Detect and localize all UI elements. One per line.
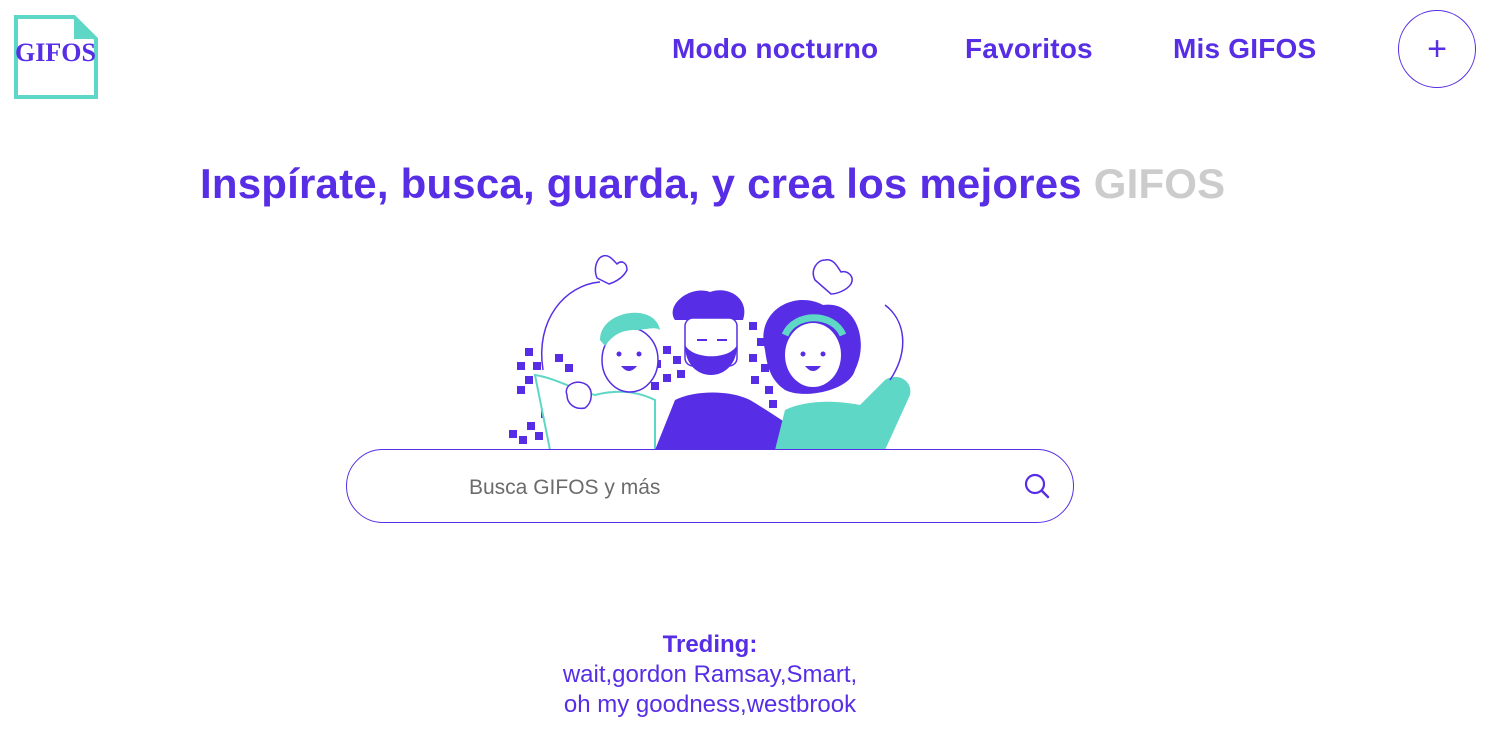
trending-term[interactable]: gordon Ramsay [612, 661, 780, 688]
trending-term[interactable]: oh my goodness [564, 691, 740, 718]
trending-section: Treding: wait,gordon Ramsay,Smart, oh my… [460, 630, 960, 720]
logo-text: GIFOS [15, 38, 95, 67]
trending-term[interactable]: westbrook [747, 691, 856, 718]
headline-main-text: Inspírate, busca, guarda, y crea los mej… [200, 160, 1082, 207]
gifos-home-page: GIFOS Modo nocturno Favoritos Mis GIFOS … [0, 0, 1500, 734]
search-bar [346, 449, 1074, 523]
trending-title: Treding: [662, 631, 758, 658]
nav-night-mode[interactable]: Modo nocturno [672, 33, 878, 65]
nav-my-gifos[interactable]: Mis GIFOS [1173, 33, 1316, 65]
trending-separator: , [740, 691, 747, 718]
trending-line-1: wait,gordon Ramsay,Smart, [460, 660, 960, 690]
trending-line-2: oh my goodness,westbrook [460, 690, 960, 720]
page-headline: Inspírate, busca, guarda, y crea los mej… [200, 160, 1225, 208]
plus-icon: + [1427, 29, 1447, 68]
headline-accent-text: GIFOS [1093, 160, 1226, 207]
search-input[interactable] [467, 470, 1011, 506]
search-icon[interactable] [1023, 472, 1051, 500]
hero-illustration-icon [509, 254, 911, 451]
nav-favorites[interactable]: Favoritos [965, 33, 1093, 65]
create-gifo-button[interactable]: + [1398, 10, 1476, 88]
trending-separator: , [850, 661, 858, 688]
trending-term[interactable]: Smart [786, 661, 850, 688]
trending-term[interactable]: wait [563, 661, 606, 688]
people-waving-illustration [505, 250, 925, 451]
